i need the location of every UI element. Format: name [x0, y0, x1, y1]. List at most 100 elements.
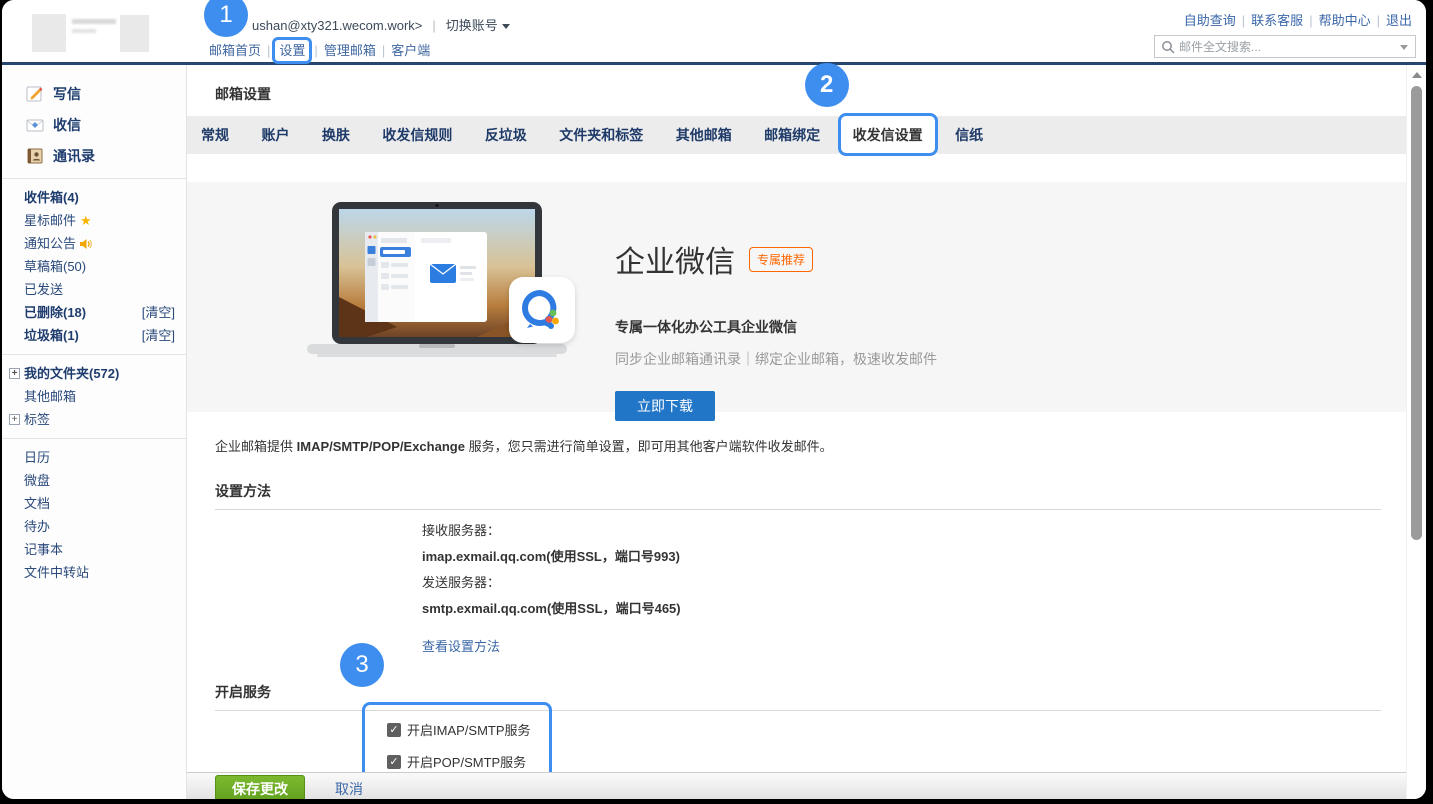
- tab-accounts[interactable]: 账户: [247, 116, 303, 154]
- speaker-icon: [80, 238, 93, 250]
- expand-icon[interactable]: +: [9, 368, 20, 379]
- pop-smtp-checkbox-label[interactable]: 开启POP/SMTP服务: [407, 752, 526, 771]
- wecom-app-icon: [509, 277, 575, 343]
- main-content: 邮箱设置 常规 账户 换肤 收发信规则 反垃圾 文件夹和标签 其他邮箱 邮箱绑定…: [187, 65, 1406, 799]
- sidebar: 写信 收信 通讯录 收件箱(4) 星标邮件★ 通知公告 草稿箱(50) 已发送 …: [2, 65, 187, 799]
- sidebar-compose-label: 写信: [53, 84, 81, 104]
- inbox-icon: [26, 116, 44, 134]
- footer-action-bar: 保存更改 取消: [187, 772, 1406, 799]
- wecom-promo-banner: 企业微信 专属推荐 专属一体化办公工具企业微信 同步企业邮箱通讯录｜绑定企业邮箱…: [187, 182, 1406, 412]
- search-input[interactable]: [1179, 36, 1389, 57]
- header-utility-links: 自助查询|联系客服|帮助中心|退出: [1184, 10, 1412, 29]
- sidebar-receive-label: 收信: [53, 115, 81, 135]
- imap-smtp-checkbox[interactable]: ✓: [387, 723, 401, 737]
- tree-labels[interactable]: +标签: [2, 408, 186, 431]
- sidebar-receive[interactable]: 收信: [2, 109, 186, 140]
- promo-recommend-badge: 专属推荐: [749, 247, 813, 272]
- download-now-button[interactable]: 立即下载: [615, 391, 715, 421]
- folder-sent[interactable]: 已发送: [2, 278, 186, 301]
- tab-general[interactable]: 常规: [187, 116, 243, 154]
- tab-other-mailbox[interactable]: 其他邮箱: [662, 116, 746, 154]
- section-services-title: 开启服务: [215, 682, 1406, 702]
- promo-subline: 同步企业邮箱通讯录｜绑定企业邮箱，极速收发邮件: [615, 349, 937, 369]
- scrollbar: [1406, 65, 1426, 799]
- redacted-logo-block: [32, 14, 66, 52]
- tree-my-folders[interactable]: +我的文件夹(572): [2, 362, 186, 385]
- folder-deleted[interactable]: 已删除(18)[清空]: [2, 301, 186, 324]
- section-setup-method-title: 设置方法: [215, 481, 1406, 501]
- folder-starred[interactable]: 星标邮件★: [2, 209, 186, 232]
- annotation-badge-1: 1: [204, 0, 248, 37]
- link-contact-support[interactable]: 联系客服: [1251, 13, 1303, 28]
- link-self-query[interactable]: 自助查询: [1184, 13, 1236, 28]
- header-nav: 邮箱首页|设置|管理邮箱|客户端: [209, 40, 430, 59]
- sidebar-compose[interactable]: 写信: [2, 78, 186, 109]
- header: ushan@xty321.wecom.work>|切换账号 邮箱首页|设置|管理…: [2, 0, 1426, 65]
- link-help-center[interactable]: 帮助中心: [1319, 13, 1371, 28]
- tree-other-mailbox[interactable]: 其他邮箱: [2, 385, 186, 408]
- nav-settings[interactable]: 设置: [276, 42, 308, 59]
- pop-smtp-checkbox[interactable]: ✓: [387, 755, 401, 769]
- search-scope-dropdown-icon[interactable]: [1400, 45, 1408, 50]
- app-window: ushan@xty321.wecom.work>|切换账号 邮箱首页|设置|管理…: [2, 0, 1426, 799]
- pop-smtp-service-row: ✓ 开启POP/SMTP服务: [387, 752, 531, 771]
- switch-account-link[interactable]: 切换账号: [446, 18, 498, 33]
- promo-title: 企业微信: [615, 237, 735, 281]
- save-changes-button[interactable]: 保存更改: [215, 775, 305, 799]
- star-icon: ★: [80, 213, 92, 228]
- divider: [2, 438, 186, 439]
- view-setup-method-link[interactable]: 查看设置方法: [422, 636, 500, 655]
- folder-announcements[interactable]: 通知公告: [2, 232, 186, 255]
- redacted-logo-block: [120, 15, 149, 52]
- app-todo[interactable]: 待办: [2, 515, 186, 538]
- annotation-badge-3: 3: [340, 643, 384, 687]
- redacted-logo-text: [72, 16, 116, 38]
- compose-icon: [26, 85, 44, 103]
- tab-mailbox-binding[interactable]: 邮箱绑定: [750, 116, 834, 154]
- account-email: ushan@xty321.wecom.work>: [252, 18, 422, 33]
- app-calendar[interactable]: 日历: [2, 446, 186, 469]
- sidebar-contacts-label: 通讯录: [53, 146, 95, 166]
- account-row: ushan@xty321.wecom.work>|切换账号: [252, 15, 510, 34]
- scrollbar-thumb[interactable]: [1411, 86, 1422, 540]
- divider: [215, 509, 1381, 510]
- tab-send-receive-settings[interactable]: 收发信设置2: [839, 116, 937, 154]
- folder-drafts[interactable]: 草稿箱(50): [2, 255, 186, 278]
- cancel-link[interactable]: 取消: [335, 779, 363, 799]
- nav-mail-home[interactable]: 邮箱首页: [209, 43, 261, 58]
- tab-mail-rules[interactable]: 收发信规则: [368, 116, 466, 154]
- protocol-intro-text: 企业邮箱提供 IMAP/SMTP/POP/Exchange 服务，您只需进行简单…: [215, 436, 1406, 455]
- server-info: 接收服务器： imap.exmail.qq.com(使用SSL，端口号993) …: [422, 524, 1406, 615]
- app-file-transfer[interactable]: 文件中转站: [2, 561, 186, 584]
- tab-stationery[interactable]: 信纸: [941, 116, 997, 154]
- send-server-value: smtp.exmail.qq.com(使用SSL，端口号465): [422, 602, 1406, 615]
- search-box: [1154, 35, 1416, 58]
- tab-skin[interactable]: 换肤: [308, 116, 364, 154]
- folder-junk[interactable]: 垃圾箱(1)[清空]: [2, 324, 186, 347]
- promo-headline: 专属一体化办公工具企业微信: [615, 317, 937, 337]
- app-docs[interactable]: 文档: [2, 492, 186, 515]
- tab-folders-labels[interactable]: 文件夹和标签: [545, 116, 657, 154]
- link-logout[interactable]: 退出: [1386, 13, 1412, 28]
- imap-smtp-service-row: ✓ 开启IMAP/SMTP服务: [387, 720, 531, 739]
- nav-client[interactable]: 客户端: [391, 43, 430, 58]
- expand-icon[interactable]: +: [9, 414, 20, 425]
- nav-manage-mailbox[interactable]: 管理邮箱: [324, 43, 376, 58]
- tab-antispam[interactable]: 反垃圾: [471, 116, 541, 154]
- app-drive[interactable]: 微盘: [2, 469, 186, 492]
- send-server-label: 发送服务器：: [422, 576, 1406, 589]
- chevron-down-icon[interactable]: [502, 24, 510, 29]
- imap-smtp-checkbox-label[interactable]: 开启IMAP/SMTP服务: [407, 720, 531, 739]
- empty-deleted-link[interactable]: [清空]: [142, 301, 175, 324]
- divider: [2, 178, 186, 179]
- recv-server-value: imap.exmail.qq.com(使用SSL，端口号993): [422, 550, 1406, 563]
- sidebar-contacts[interactable]: 通讯录: [2, 140, 186, 171]
- recv-server-label: 接收服务器：: [422, 524, 1406, 537]
- app-notes[interactable]: 记事本: [2, 538, 186, 561]
- folder-inbox[interactable]: 收件箱(4): [2, 186, 186, 209]
- annotation-badge-2: 2: [805, 63, 849, 107]
- empty-junk-link[interactable]: [清空]: [142, 324, 175, 347]
- contacts-icon: [26, 147, 44, 165]
- settings-tabs: 常规 账户 换肤 收发信规则 反垃圾 文件夹和标签 其他邮箱 邮箱绑定 收发信设…: [187, 116, 1406, 154]
- scrollbar-up-arrow[interactable]: [1412, 72, 1422, 78]
